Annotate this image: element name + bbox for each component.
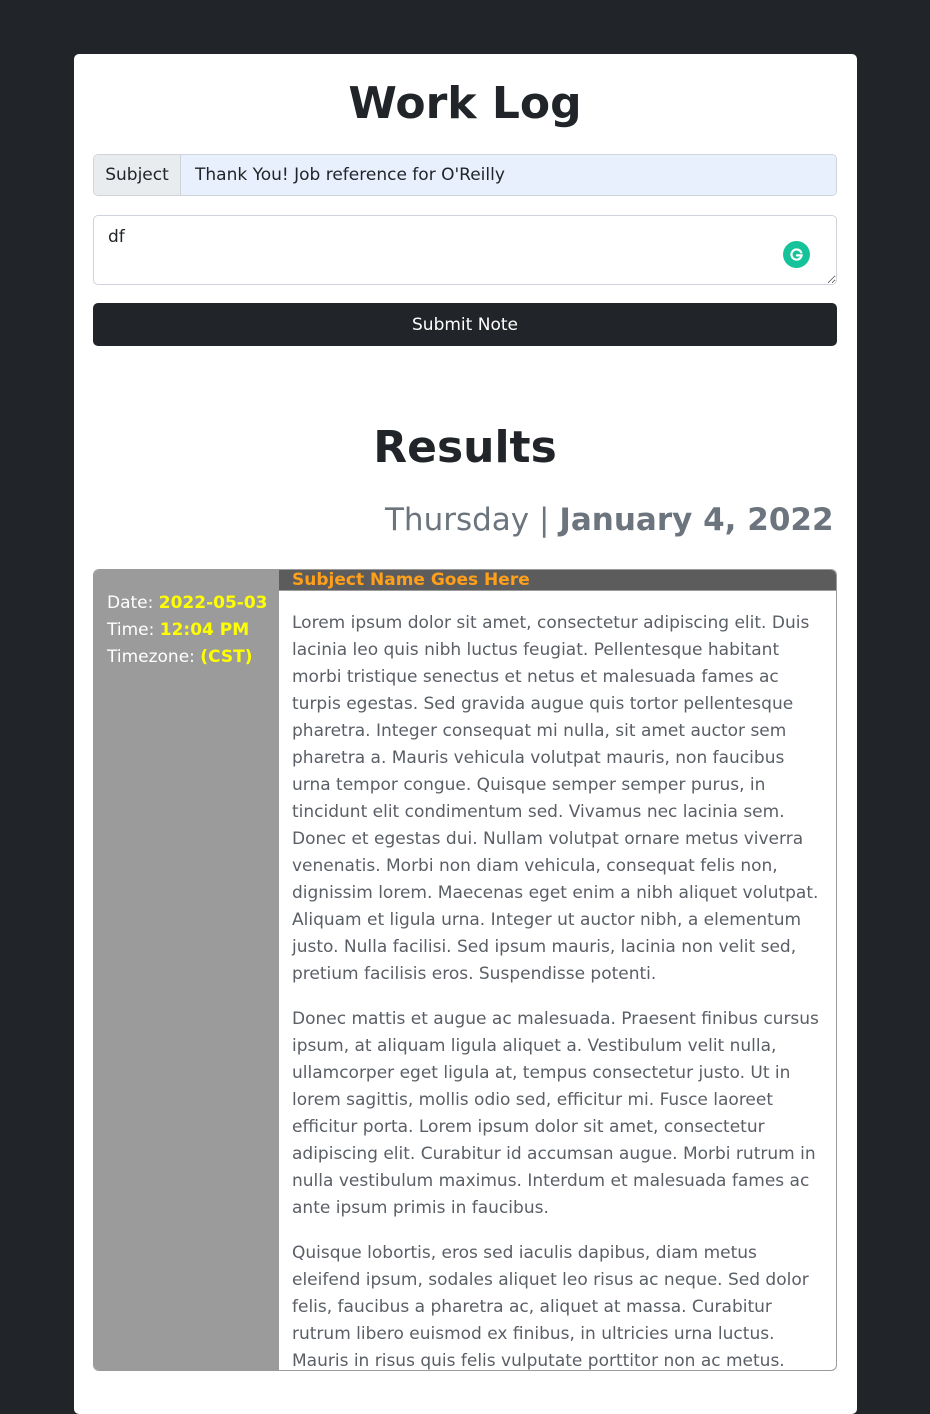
page-title: Work Log xyxy=(348,78,582,129)
subject-input-group: Subject xyxy=(93,154,837,196)
entry-paragraph: Quisque lobortis, eros sed iaculis dapib… xyxy=(292,1243,809,1371)
entry-paragraph: Donec mattis et augue ac malesuada. Prae… xyxy=(292,1009,819,1218)
submit-note-button[interactable]: Submit Note xyxy=(93,303,837,346)
entry-date: Date: 2022-05-03 xyxy=(107,590,279,617)
entry-timezone: Timezone: (CST) xyxy=(107,644,279,671)
day-name: Thursday xyxy=(385,502,530,538)
subject-label: Subject xyxy=(94,155,181,195)
date-separator: | xyxy=(529,502,560,538)
results-heading: Results xyxy=(373,422,557,473)
entry-date-label: Date: xyxy=(107,593,159,613)
subject-input[interactable] xyxy=(181,155,836,195)
entry-subject: Subject Name Goes Here xyxy=(279,570,836,591)
entry-time-label: Time: xyxy=(107,620,160,640)
grammarly-g-glyph xyxy=(790,248,803,261)
log-entry-card: Date: 2022-05-03 Time: 12:04 PM Timezone… xyxy=(93,569,837,1371)
entry-meta-panel: Date: 2022-05-03 Time: 12:04 PM Timezone… xyxy=(94,570,279,1370)
full-date: January 4, 2022 xyxy=(559,502,834,538)
entry-timezone-value: (CST) xyxy=(200,647,253,667)
entry-timezone-label: Timezone: xyxy=(107,647,201,667)
grammarly-icon[interactable] xyxy=(783,241,810,268)
date-heading: Thursday | January 4, 2022 xyxy=(385,498,834,542)
entry-body: Lorem ipsum dolor sit amet, consectetur … xyxy=(279,591,836,1371)
entry-content: Subject Name Goes Here Lorem ipsum dolor… xyxy=(279,570,836,1370)
entry-date-value: 2022-05-03 xyxy=(158,593,268,613)
entry-time: Time: 12:04 PM xyxy=(107,617,279,644)
note-textarea[interactable]: df xyxy=(93,215,837,285)
entry-paragraph: Lorem ipsum dolor sit amet, consectetur … xyxy=(292,613,819,984)
entry-time-value: 12:04 PM xyxy=(159,620,250,640)
